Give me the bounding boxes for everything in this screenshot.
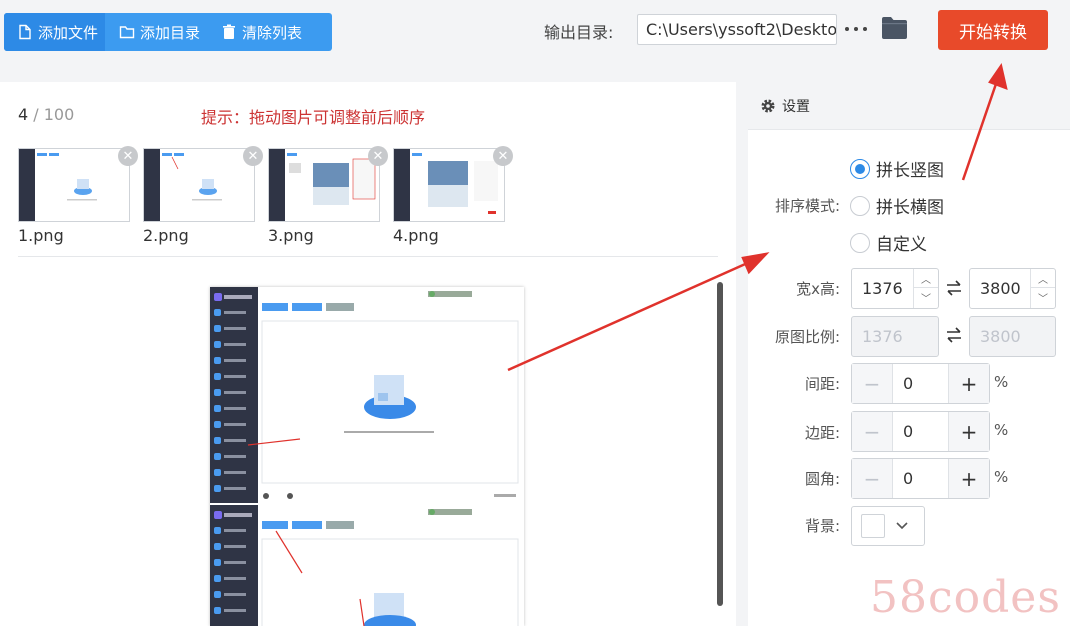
watermark: 58codes [870,572,1061,623]
ratio-height-value: 3800 [980,327,1021,346]
ratio-label: 原图比例: [774,328,840,346]
thumbnail-item[interactable]: ✕ 4.png [393,146,513,248]
radio-label: 自定义 [876,235,927,255]
margin-unit: % [994,421,1009,439]
width-input[interactable]: 1376 ︿ ﹀ [851,268,939,309]
folder-icon[interactable] [882,17,907,39]
remove-thumbnail-button[interactable]: ✕ [118,146,138,166]
size-label: 宽x高: [796,280,840,298]
radius-label: 圆角: [804,470,840,488]
radio-vertical-long[interactable]: 拼长竖图 [850,156,944,181]
radio-label: 拼长横图 [876,198,944,218]
thumbnail-image [268,148,380,222]
thumbnail-image [393,148,505,222]
start-convert-button[interactable]: 开始转换 [938,10,1048,50]
add-directory-label: 添加目录 [140,23,201,42]
margin-label: 边距: [804,424,840,442]
thumbnail-label: 3.png [268,226,314,245]
radio-horizontal-long[interactable]: 拼长横图 [850,193,944,218]
spacing-value[interactable]: 0 [893,364,948,403]
remove-thumbnail-button[interactable]: ✕ [368,146,388,166]
more-options-icon[interactable] [845,18,867,40]
swap-icon[interactable] [945,280,963,296]
radius-plus-button[interactable]: + [948,459,989,498]
thumbnail-label: 4.png [393,226,439,245]
margin-minus-button[interactable]: − [852,412,893,451]
thumbnail-image [143,148,255,222]
ratio-width-input: 1376 [851,316,939,357]
drag-tip: 提示：拖动图片可调整前后顺序 [201,108,426,127]
image-count: 4 [18,105,29,124]
margin-value[interactable]: 0 [893,412,948,451]
radio-checked-icon [850,158,870,179]
settings-title: 设置 [782,98,810,115]
add-directory-button[interactable]: 添加目录 [105,13,207,51]
spacing-plus-button[interactable]: + [948,364,989,403]
counter-separator: / [28,105,44,124]
chevron-down-icon [896,522,908,530]
radius-minus-button[interactable]: − [852,459,893,498]
swap-icon [947,327,961,343]
margin-plus-button[interactable]: + [948,412,989,451]
radio-label: 拼长竖图 [876,161,944,181]
background-label: 背景: [804,517,840,535]
settings-header: 设置 [748,82,1070,130]
trash-icon [223,24,236,39]
add-file-label: 添加文件 [38,23,99,42]
file-icon [19,24,31,40]
height-spinner[interactable]: ︿ ﹀ [1030,269,1055,308]
radius-value[interactable]: 0 [893,459,948,498]
toolbar-button-group: 添加文件 添加目录 清除列表 [4,13,332,51]
width-value: 1376 [862,279,903,298]
clear-list-label: 清除列表 [242,23,303,42]
thumbnail-image [18,148,130,222]
spacing-label: 间距: [804,375,840,393]
settings-panel: 设置 排序模式: 拼长竖图 拼长横图 自定义 宽x高: 1376 ︿ ﹀ 3800… [748,82,1070,626]
thumbnail-item[interactable]: ✕ 2.png [143,146,263,248]
spacing-stepper[interactable]: − 0 + [851,363,990,404]
ratio-height-input: 3800 [969,316,1056,357]
radio-unchecked-icon [850,232,870,253]
margin-stepper[interactable]: − 0 + [851,411,990,452]
remove-thumbnail-button[interactable]: ✕ [493,146,513,166]
radio-custom[interactable]: 自定义 [850,230,927,255]
height-input[interactable]: 3800 ︿ ﹀ [969,268,1056,309]
spacing-unit: % [994,373,1009,391]
image-list-panel: 4 / 100 提示：拖动图片可调整前后顺序 ✕ 1.png ✕ 2.png ✕… [0,82,736,626]
width-spinner[interactable]: ︿ ﹀ [913,269,938,308]
folder-outline-icon [119,26,135,39]
preview-scrollbar[interactable] [717,282,723,606]
output-directory-label: 输出目录: [544,23,614,42]
merged-preview[interactable] [210,287,524,626]
preview-screenshot [210,287,524,626]
add-file-button[interactable]: 添加文件 [4,13,106,51]
radius-unit: % [994,468,1009,486]
chevron-up-icon[interactable]: ︿ [914,269,938,288]
background-color-picker[interactable] [851,506,925,546]
chevron-down-icon[interactable]: ﹀ [1031,288,1055,307]
divider [18,256,718,257]
spacing-minus-button[interactable]: − [852,364,893,403]
thumbnail-label: 2.png [143,226,189,245]
radio-unchecked-icon [850,195,870,216]
chevron-up-icon[interactable]: ︿ [1031,269,1055,288]
thumbnail-item[interactable]: ✕ 1.png [18,146,138,248]
sort-mode-label: 排序模式: [774,197,840,215]
image-limit: 100 [43,105,75,124]
remove-thumbnail-button[interactable]: ✕ [243,146,263,166]
gear-icon [761,99,775,112]
output-directory-input[interactable]: C:\Users\yssoft2\Desktop [637,14,837,45]
image-counter: 4 / 100 [18,105,74,124]
clear-list-button[interactable]: 清除列表 [207,13,309,51]
thumbnail-label: 1.png [18,226,64,245]
ratio-width-value: 1376 [862,327,903,346]
thumbnail-item[interactable]: ✕ 3.png [268,146,388,248]
toolbar: 添加文件 添加目录 清除列表 输出目录: C:\Users\yssoft2\De… [0,0,1070,70]
radius-stepper[interactable]: − 0 + [851,458,990,499]
chevron-down-icon[interactable]: ﹀ [914,288,938,307]
color-swatch [861,514,885,538]
height-value: 3800 [980,279,1021,298]
